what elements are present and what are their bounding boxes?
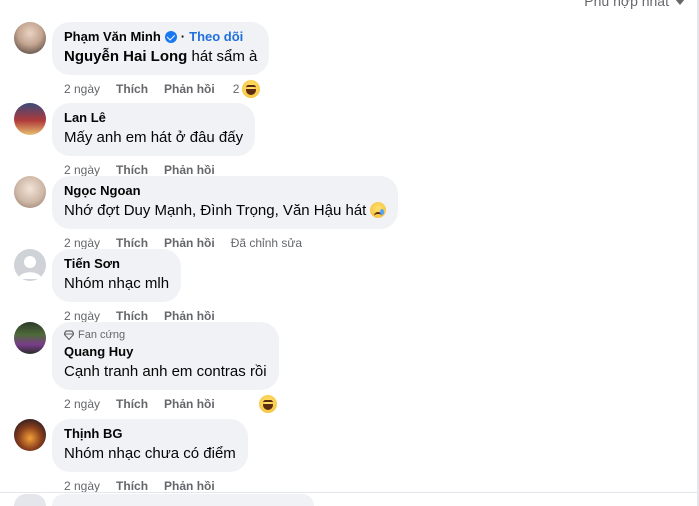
comment-bubble: Fan cứng Quang Huy Cạnh tranh anh em con… [52,322,279,390]
comment-text: Nhớ đợt Duy Mạnh, Đình Trọng, Văn Hậu há… [64,201,387,221]
divider [0,492,699,493]
verified-badge-icon [164,31,177,43]
comment-bubble: Phạm Văn Minh · Theo dõi Nguyễn Hai Long… [52,22,270,75]
next-comment-bubble-partial [52,494,314,506]
reply-button[interactable]: Phản hồi [164,82,215,96]
sort-dropdown[interactable]: Phù hợp nhất [584,0,685,9]
reaction-summary[interactable] [258,395,277,413]
reply-button[interactable]: Phản hồi [164,479,215,493]
reaction-count: 2 [232,82,240,96]
fan-badge: Fan cứng [64,328,267,342]
comment-item: Ngọc Ngoan Nhớ đợt Duy Mạnh, Đình Trọng,… [14,176,399,252]
next-comment-avatar-partial [14,494,46,506]
diamond-icon [64,330,74,340]
comment-text: Nhóm nhạc mlh [64,275,170,292]
comment-item: Thịnh BG Nhóm nhạc chưa có điểm 2 ngày T… [14,419,248,495]
comment-author[interactable]: Ngọc Ngoan [64,183,141,199]
comment-text: Cạnh tranh anh em contras rồi [64,363,267,380]
laugh-emoji-icon [242,80,261,98]
comment-actions: 2 ngày Thích Phản hồi 2 [64,80,269,98]
comment-author[interactable]: Lan Lê [64,110,106,126]
comment-time[interactable]: 2 ngày [64,309,100,323]
comment-text: Mấy anh em hát ở đâu đấy [64,129,244,146]
comment-item: Lan Lê Mấy anh em hát ở đâu đấy 2 ngày T… [14,103,256,179]
like-button[interactable]: Thích [116,397,148,411]
avatar[interactable] [14,22,46,54]
avatar-placeholder[interactable] [14,249,46,281]
avatar[interactable] [14,419,46,451]
comment-author[interactable]: Quang Huy [64,344,133,360]
comment-time[interactable]: 2 ngày [64,82,100,96]
comment-time[interactable]: 2 ngày [64,236,100,250]
comment-text: Nguyễn Hai Long hát sẩm à [64,47,257,67]
like-button[interactable]: Thích [116,82,148,96]
like-button[interactable]: Thích [116,479,148,493]
comment-text-rest: hát sẩm à [187,48,258,65]
mention-link[interactable]: Nguyễn Hai Long [64,48,187,65]
comment-author[interactable]: Tiến Sơn [64,256,120,272]
fan-badge-label: Fan cứng [78,329,126,341]
comment-time[interactable]: 2 ngày [64,163,100,177]
sad-tear-emoji-icon [370,202,387,218]
edited-label: Đã chỉnh sửa [230,236,303,250]
comment-time[interactable]: 2 ngày [64,479,100,493]
comment-bubble: Ngọc Ngoan Nhớ đợt Duy Mạnh, Đình Trọng,… [52,176,399,229]
comment-text-body: Nhớ đợt Duy Mạnh, Đình Trọng, Văn Hậu há… [64,202,367,219]
comment-author[interactable]: Thịnh BG [64,426,123,442]
comment-item: Tiến Sơn Nhóm nhạc mlh 2 ngày Thích Phản… [14,249,231,325]
reply-button[interactable]: Phản hồi [164,163,215,177]
comment-item: Fan cứng Quang Huy Cạnh tranh anh em con… [14,322,279,413]
like-button[interactable]: Thích [116,236,148,250]
comment-author[interactable]: Phạm Văn Minh [64,29,161,45]
default-user-icon [18,256,42,279]
comment-item: Phạm Văn Minh · Theo dõi Nguyễn Hai Long… [14,22,270,98]
laugh-emoji-icon [258,395,277,413]
like-button[interactable]: Thích [116,163,148,177]
reaction-summary[interactable]: 2 [233,80,261,98]
caret-down-icon [675,0,685,5]
comment-actions: 2 ngày Thích Phản hồi [64,395,279,413]
avatar[interactable] [14,322,46,354]
comment-bubble: Lan Lê Mấy anh em hát ở đâu đấy [52,103,256,156]
like-button[interactable]: Thích [116,309,148,323]
reply-button[interactable]: Phản hồi [164,309,215,323]
avatar[interactable] [14,103,46,135]
avatar[interactable] [14,176,46,208]
dot-separator: · [180,29,186,44]
comment-bubble: Tiến Sơn Nhóm nhạc mlh [52,249,182,302]
comment-time[interactable]: 2 ngày [64,397,100,411]
sort-label: Phù hợp nhất [584,0,669,9]
follow-button[interactable]: Theo dõi [189,29,243,45]
comment-bubble: Thịnh BG Nhóm nhạc chưa có điểm [52,419,248,472]
comment-text: Nhóm nhạc chưa có điểm [64,445,236,462]
reply-button[interactable]: Phản hồi [164,236,215,250]
reply-button[interactable]: Phản hồi [164,397,215,411]
